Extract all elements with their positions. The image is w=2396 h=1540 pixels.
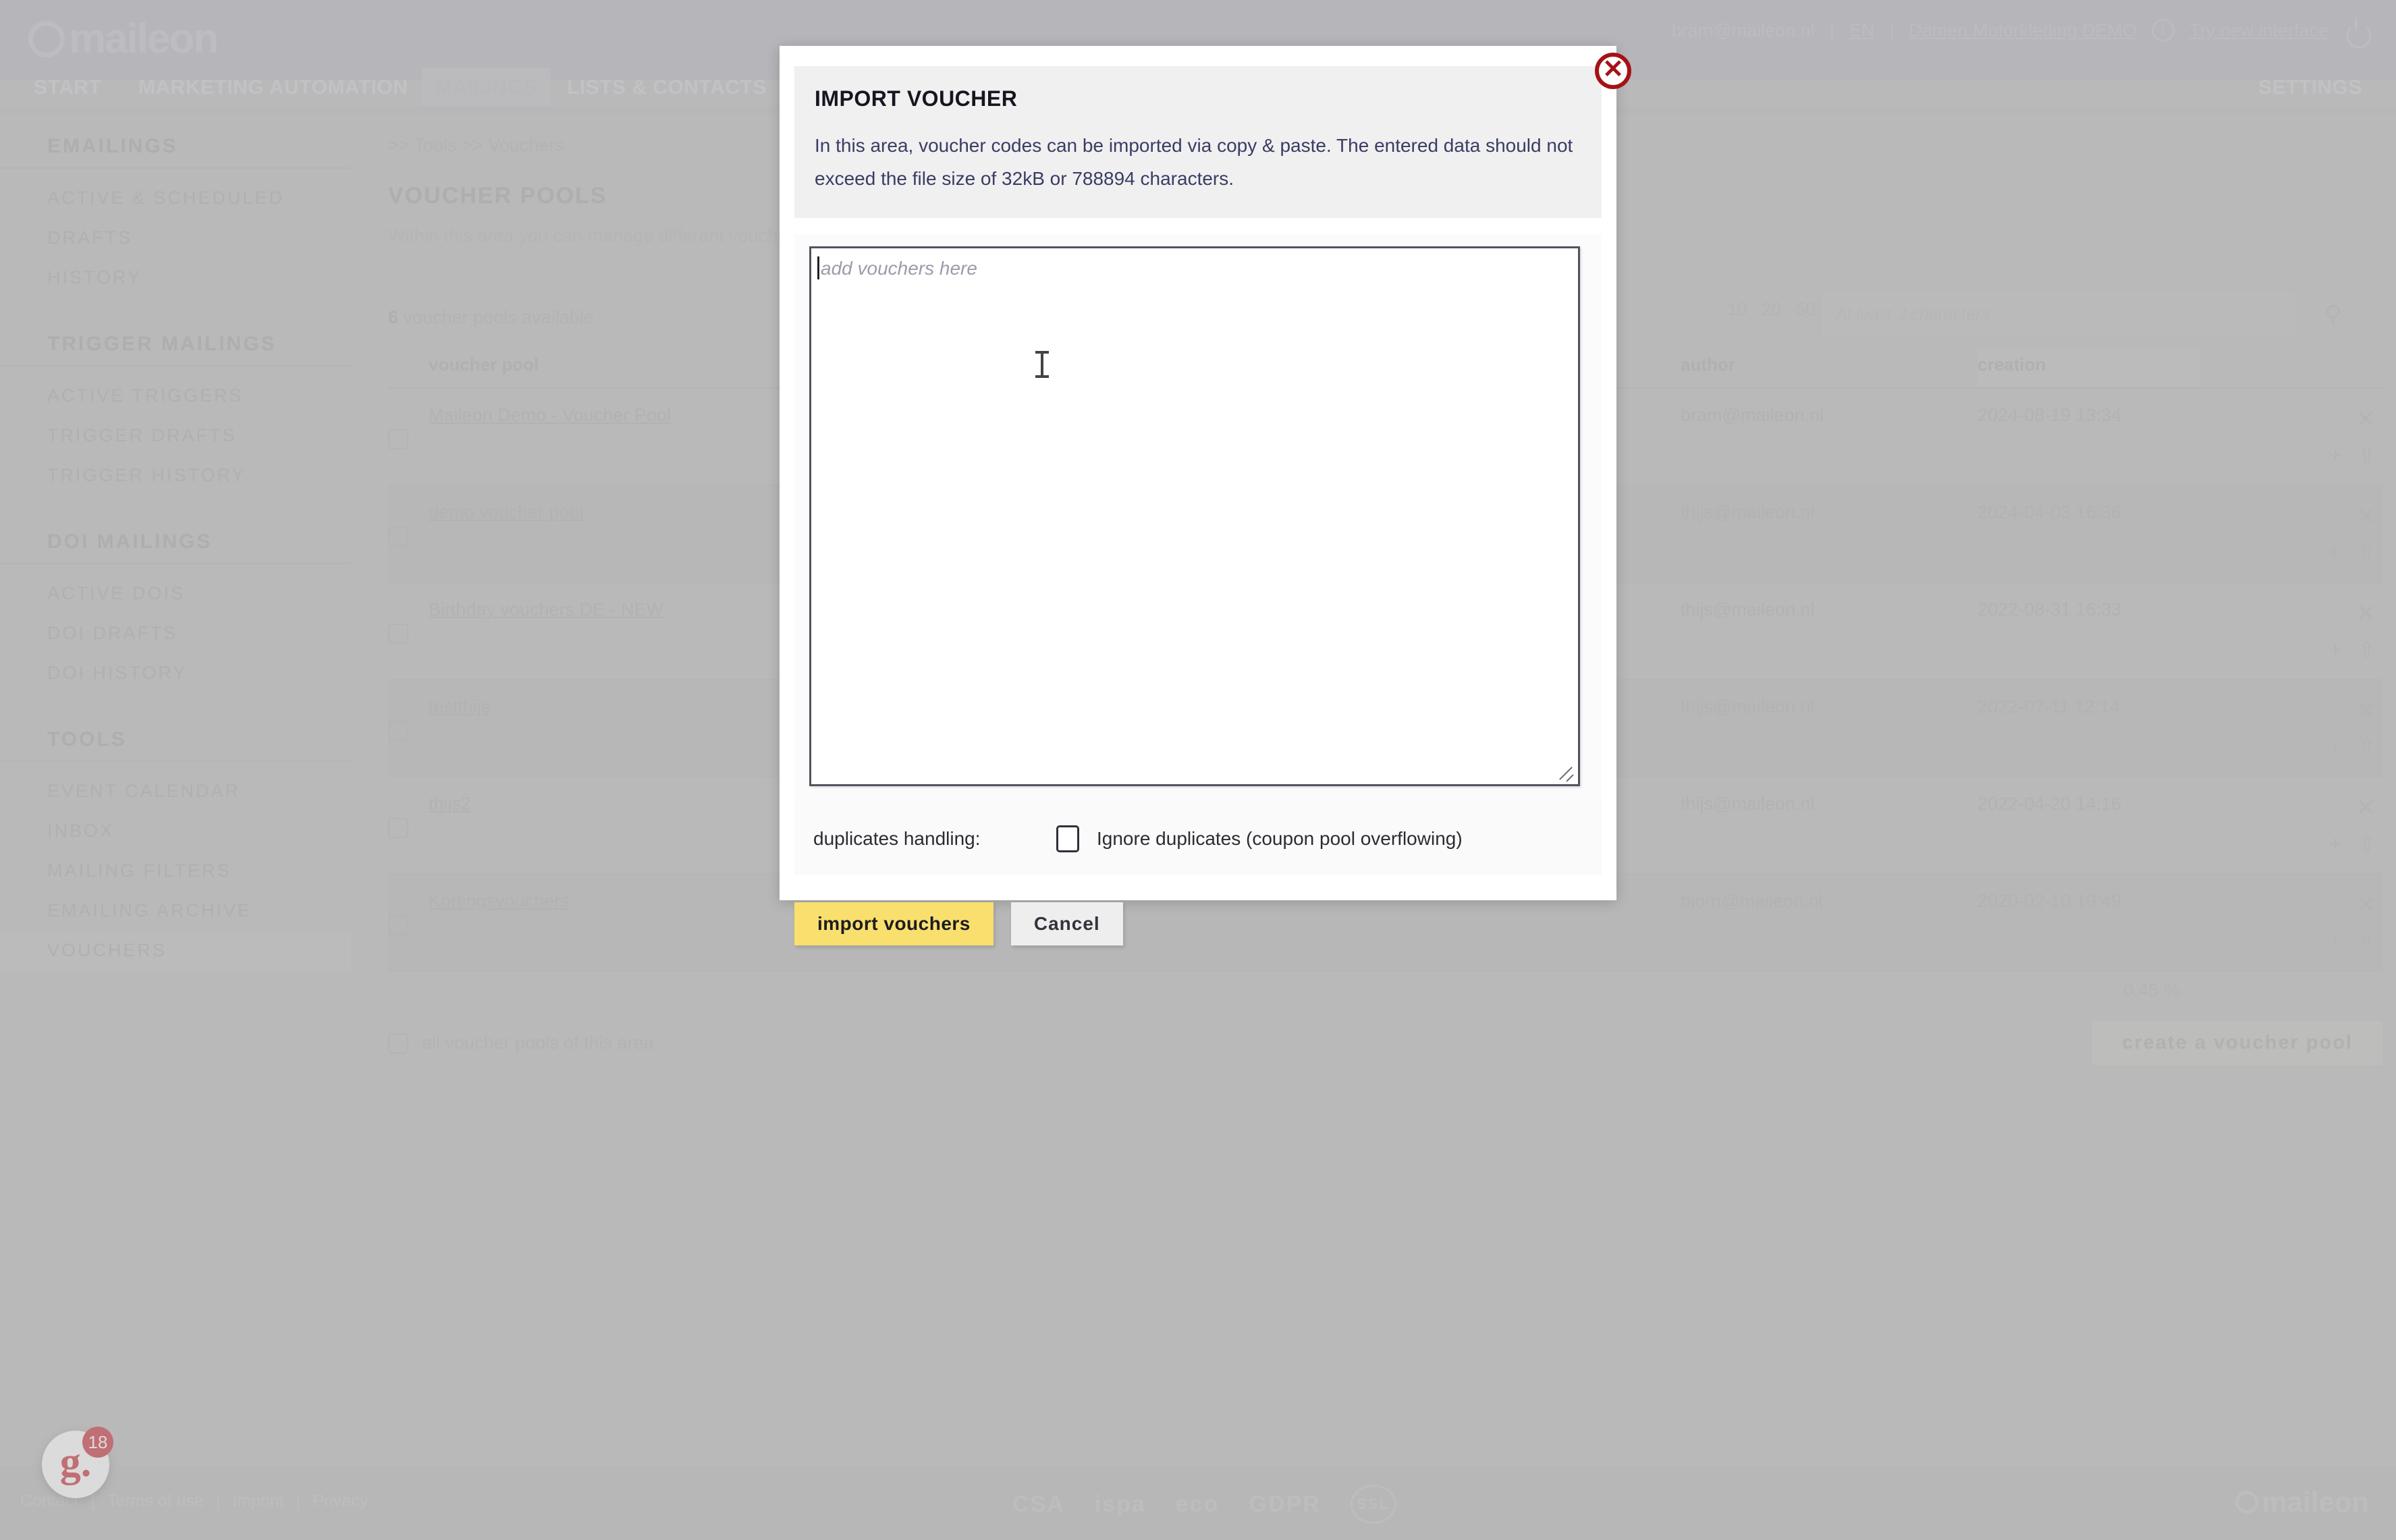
- cancel-button[interactable]: Cancel: [1010, 902, 1123, 945]
- textarea-wrapper: add vouchers here: [794, 234, 1602, 802]
- modal-footer: import vouchers Cancel: [780, 875, 1616, 945]
- textarea-placeholder: add vouchers here: [821, 258, 977, 279]
- modal-description: In this area, voucher codes can be impor…: [815, 135, 1573, 189]
- import-voucher-modal: IMPORT VOUCHER In this area, voucher cod…: [780, 46, 1616, 945]
- ignore-duplicates-label: Ignore duplicates (coupon pool overflowi…: [1097, 828, 1463, 849]
- resize-handle-icon[interactable]: [1554, 761, 1575, 781]
- close-icon[interactable]: ✕: [1595, 53, 1631, 89]
- ignore-duplicates-checkbox[interactable]: [1056, 825, 1079, 852]
- modal-title: IMPORT VOUCHER: [815, 86, 1018, 111]
- voucher-textarea[interactable]: add vouchers here: [809, 246, 1580, 786]
- text-cursor-icon: [1035, 351, 1049, 378]
- text-caret: [817, 256, 819, 279]
- modal-body: add vouchers here: [780, 218, 1616, 802]
- duplicates-handling-label: duplicates handling:: [813, 828, 981, 849]
- close-icon-glyph: ✕: [1602, 55, 1624, 84]
- duplicates-handling-row: duplicates handling: Ignore duplicates (…: [794, 802, 1602, 875]
- modal-header: IMPORT VOUCHER In this area, voucher cod…: [794, 66, 1602, 218]
- import-vouchers-button[interactable]: import vouchers: [794, 902, 993, 945]
